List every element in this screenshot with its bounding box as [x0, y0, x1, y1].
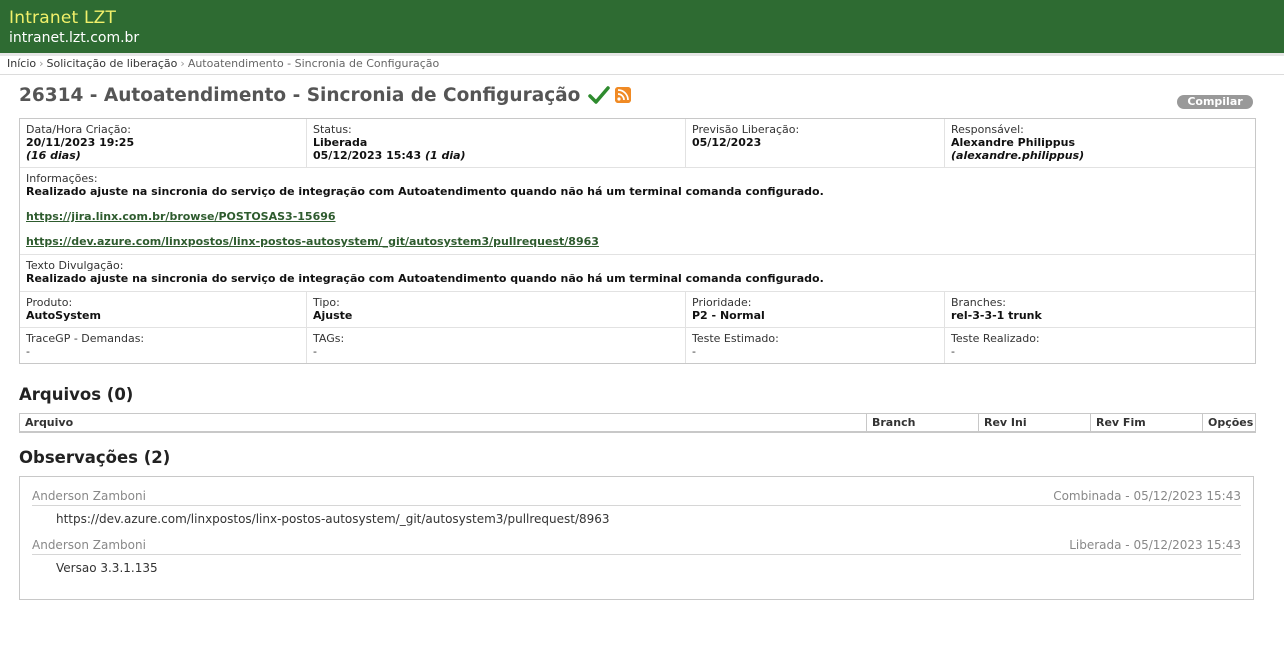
responsavel-label: Responsável: [951, 123, 1024, 136]
cell-responsavel: Responsável: Alexandre Philippus (alexan… [945, 119, 1255, 167]
tracegp-value: - [26, 345, 30, 358]
status-value: Liberada [313, 136, 368, 149]
jira-link[interactable]: https://jira.linx.com.br/browse/POSTOSAS… [26, 210, 1249, 223]
rss-icon[interactable] [615, 87, 632, 103]
cell-prioridade: Prioridade: P2 - Normal [686, 292, 945, 327]
cell-tags: TAGs: - [307, 328, 686, 363]
divulgacao-label: Texto Divulgação: [26, 259, 124, 272]
cell-teste-realizado: Teste Realizado: - [945, 328, 1255, 363]
details-row-informacoes: Informações: Realizado ajuste na sincron… [20, 168, 1255, 255]
app-host: intranet.lzt.com.br [9, 30, 140, 46]
observacao-text: Versao 3.3.1.135 [56, 561, 158, 575]
cell-tipo: Tipo: Ajuste [307, 292, 686, 327]
responsavel-value: Alexandre Philippus [951, 136, 1076, 149]
teste-estimado-label: Teste Estimado: [692, 332, 779, 345]
teste-estimado-value: - [692, 345, 696, 358]
col-arquivo[interactable]: Arquivo [20, 414, 867, 431]
col-rev-fim[interactable]: Rev Fim [1091, 414, 1203, 431]
tipo-label: Tipo: [313, 296, 340, 309]
observacao-meta: Liberada - 05/12/2023 15:43 [1069, 538, 1241, 552]
prioridade-value: P2 - Normal [692, 309, 765, 322]
details-table: Data/Hora Criação: 20/11/2023 19:25 (16 … [19, 118, 1256, 364]
status-days: (1 dia) [424, 149, 466, 162]
tracegp-label: TraceGP - Demandas: [26, 332, 145, 345]
divulgacao-text: Realizado ajuste na sincronia do serviço… [26, 272, 824, 285]
breadcrumb-home[interactable]: Início [7, 57, 36, 70]
details-row-produto: Produto: AutoSystem Tipo: Ajuste Priorid… [20, 292, 1255, 328]
details-row-dates: Data/Hora Criação: 20/11/2023 19:25 (16 … [20, 119, 1255, 168]
observacao-author: Anderson Zamboni [32, 489, 146, 503]
prioridade-label: Prioridade: [692, 296, 752, 309]
col-rev-ini[interactable]: Rev Ini [979, 414, 1091, 431]
tags-value: - [313, 345, 317, 358]
app-title[interactable]: Intranet LZT [9, 8, 116, 28]
status-date-line: 05/12/2023 15:43 (1 dia) [313, 149, 679, 162]
top-header: Intranet LZT intranet.lzt.com.br [0, 0, 1284, 53]
criacao-label: Data/Hora Criação: [26, 123, 131, 136]
col-opcoes[interactable]: Opções [1203, 414, 1255, 431]
previsao-label: Previsão Liberação: [692, 123, 800, 136]
previsao-value: 05/12/2023 [692, 136, 762, 149]
observacao-meta: Combinada - 05/12/2023 15:43 [1053, 489, 1241, 503]
informacoes-label: Informações: [26, 172, 98, 185]
page-title-row: 26314 - Autoatendimento - Sincronia de C… [19, 84, 632, 106]
arquivos-table-header: Arquivo Branch Rev Ini Rev Fim Opções [19, 413, 1256, 433]
col-branch[interactable]: Branch [867, 414, 979, 431]
breadcrumb-solicitacao[interactable]: Solicitação de liberação [47, 57, 178, 70]
cell-previsao: Previsão Liberação: 05/12/2023 [686, 119, 945, 167]
teste-realizado-label: Teste Realizado: [951, 332, 1040, 345]
observacao-author: Anderson Zamboni [32, 538, 146, 552]
cell-informacoes: Informações: Realizado ajuste na sincron… [20, 168, 1255, 254]
cell-tracegp: TraceGP - Demandas: - [20, 328, 307, 363]
cell-branches: Branches: rel-3-3-1 trunk [945, 292, 1255, 327]
informacoes-text: Realizado ajuste na sincronia do serviço… [26, 185, 824, 198]
criacao-days: (16 dias) [26, 149, 81, 162]
cell-produto: Produto: AutoSystem [20, 292, 307, 327]
cell-divulgacao: Texto Divulgação: Realizado ajuste na si… [20, 255, 1255, 291]
status-date: 05/12/2023 15:43 [313, 149, 422, 162]
branches-value: rel-3-3-1 trunk [951, 309, 1042, 322]
teste-realizado-value: - [951, 345, 955, 358]
pullrequest-link[interactable]: https://dev.azure.com/linxpostos/linx-po… [26, 235, 1249, 248]
produto-value: AutoSystem [26, 309, 101, 322]
check-icon [588, 86, 611, 104]
tipo-value: Ajuste [313, 309, 353, 322]
details-row-divulgacao: Texto Divulgação: Realizado ajuste na si… [20, 255, 1255, 292]
breadcrumb-separator: › [180, 57, 185, 70]
criacao-value: 20/11/2023 19:25 [26, 136, 135, 149]
cell-criacao: Data/Hora Criação: 20/11/2023 19:25 (16 … [20, 119, 307, 167]
details-row-tracegp: TraceGP - Demandas: - TAGs: - Teste Esti… [20, 328, 1255, 363]
cell-status: Status: Liberada 05/12/2023 15:43 (1 dia… [307, 119, 686, 167]
responsavel-login: (alexandre.philippus) [951, 149, 1085, 162]
observacao-text: https://dev.azure.com/linxpostos/linx-po… [56, 512, 610, 526]
observacao-item: Anderson Zamboni Combinada - 05/12/2023 … [32, 489, 1241, 526]
breadcrumb-current: Autoatendimento - Sincronia de Configura… [187, 57, 440, 70]
cell-teste-estimado: Teste Estimado: - [686, 328, 945, 363]
branches-label: Branches: [951, 296, 1007, 309]
observacoes-title: Observações (2) [19, 448, 171, 467]
observacoes-box: Anderson Zamboni Combinada - 05/12/2023 … [19, 476, 1254, 600]
observacao-header: Anderson Zamboni Liberada - 05/12/2023 1… [32, 538, 1241, 555]
observacao-header: Anderson Zamboni Combinada - 05/12/2023 … [32, 489, 1241, 506]
tags-label: TAGs: [313, 332, 345, 345]
breadcrumb: Início › Solicitação de liberação › Autoaten… [0, 56, 1284, 75]
observacao-item: Anderson Zamboni Liberada - 05/12/2023 1… [32, 538, 1241, 575]
status-label: Status: [313, 123, 352, 136]
arquivos-title: Arquivos (0) [19, 385, 134, 404]
produto-label: Produto: [26, 296, 73, 309]
breadcrumb-separator: › [39, 57, 44, 70]
page-title: 26314 - Autoatendimento - Sincronia de C… [19, 84, 581, 106]
compile-button[interactable]: Compilar [1177, 95, 1253, 109]
